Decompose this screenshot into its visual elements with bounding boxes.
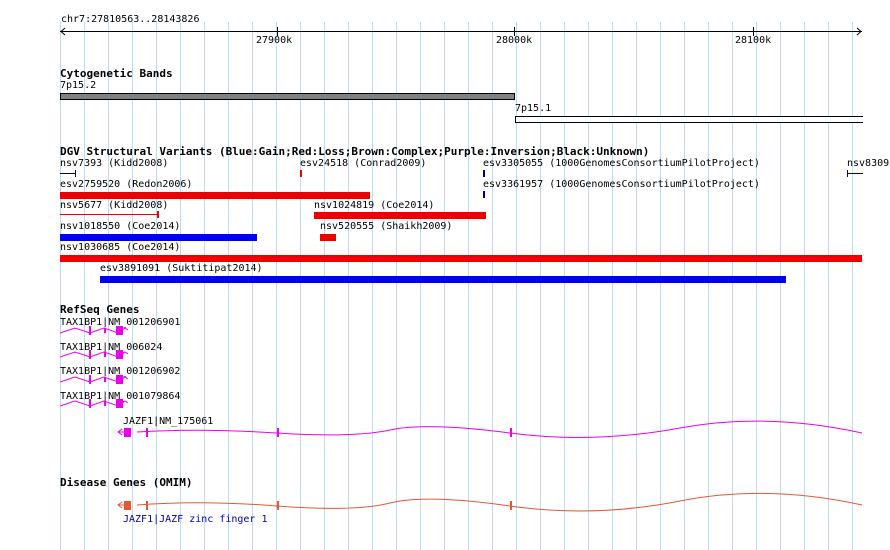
omim-exon[interactable] <box>277 501 279 510</box>
omim-gene-label[interactable]: JAZF1|JAZF zinc finger 1 <box>123 514 268 526</box>
omim-exon[interactable] <box>146 501 148 510</box>
genome-browser-panel: chr7:27810563..28143826 27900k 28000k 28… <box>0 0 890 550</box>
omim-exon[interactable] <box>124 501 131 510</box>
omim-intron-line[interactable] <box>136 492 863 512</box>
omim-exon[interactable] <box>510 501 512 510</box>
omim-gene-model <box>117 492 863 512</box>
